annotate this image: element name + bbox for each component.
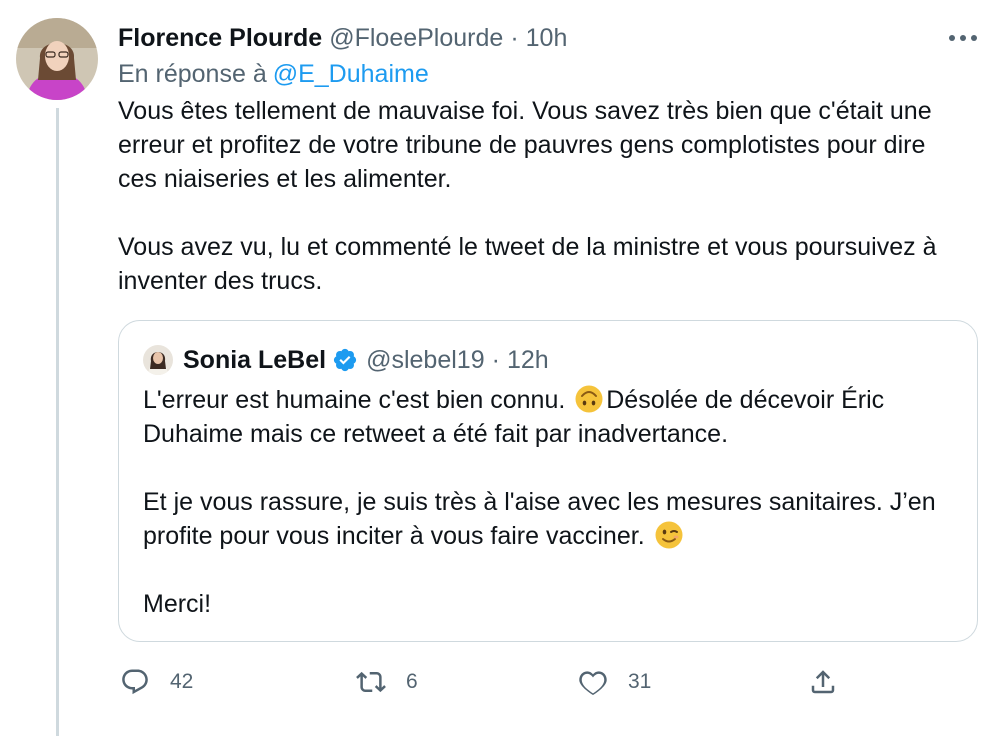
reply-count: 42 xyxy=(170,670,194,693)
thread-line xyxy=(56,108,59,736)
retweet-icon xyxy=(356,667,386,697)
share-button[interactable] xyxy=(808,660,838,704)
verified-badge-icon xyxy=(332,347,358,373)
quoted-author-avatar xyxy=(143,345,173,375)
author-handle[interactable]: @FloeePlourde xyxy=(329,24,503,53)
like-icon xyxy=(578,667,608,697)
quoted-text-line: Duhaime mais ce retweet a été fait par i… xyxy=(143,420,729,448)
tweet-text-line: Vous avez vu, lu et commenté le tweet de… xyxy=(118,233,937,261)
retweet-count: 6 xyxy=(406,670,418,693)
share-icon xyxy=(808,667,838,697)
quoted-text-segment: Désolée de décevoir Éric xyxy=(606,386,885,414)
retweet-button[interactable]: 6 xyxy=(356,660,418,704)
winking-face-emoji xyxy=(654,520,684,550)
tweet-actions: 42 6 31 xyxy=(118,660,858,704)
tweet-text: Vous êtes tellement de mauvaise foi. Vou… xyxy=(118,94,978,298)
reply-button[interactable]: 42 xyxy=(120,660,193,704)
tweet-header: Florence Plourde @FloeePlourde · 10h xyxy=(118,22,567,54)
quoted-text-line: Et je vous rassure, je suis très à l'ais… xyxy=(143,488,936,516)
quoted-text-segment: profite pour vous inciter à vous faire v… xyxy=(143,522,652,550)
quoted-text-line: L'erreur est humaine c'est bien connu. D… xyxy=(143,383,963,417)
quoted-tweet-text: L'erreur est humaine c'est bien connu. D… xyxy=(143,383,963,621)
tweet-text-line: erreur et profitez de votre tribune de p… xyxy=(118,131,926,159)
like-button[interactable]: 31 xyxy=(578,660,651,704)
quoted-tweet[interactable]: Sonia LeBel @slebel19 · 12h L'erreur est… xyxy=(118,320,978,642)
reply-prefix: En réponse à xyxy=(118,60,267,88)
quoted-tweet-time[interactable]: 12h xyxy=(507,346,549,375)
quoted-author-name[interactable]: Sonia LeBel xyxy=(183,346,326,375)
upside-down-face-emoji xyxy=(574,384,604,414)
quoted-author-handle[interactable]: @slebel19 xyxy=(366,346,485,375)
tweet-time[interactable]: 10h xyxy=(526,24,568,53)
like-count: 31 xyxy=(628,670,652,693)
reply-context: En réponse à @E_Duhaime xyxy=(118,60,429,89)
author-avatar[interactable] xyxy=(16,18,98,100)
separator-dot: · xyxy=(510,23,519,52)
ellipsis-icon[interactable] xyxy=(946,26,980,50)
tweet-text-line: inventer des trucs. xyxy=(118,267,323,295)
quoted-text-line: Merci! xyxy=(143,590,212,618)
quoted-tweet-header: Sonia LeBel @slebel19 · 12h xyxy=(143,343,549,377)
author-name[interactable]: Florence Plourde xyxy=(118,24,322,53)
reply-icon xyxy=(120,667,150,697)
reply-to-link[interactable]: @E_Duhaime xyxy=(273,60,429,88)
tweet-text-line: Vous êtes tellement de mauvaise foi. Vou… xyxy=(118,97,932,125)
tweet-text-line: ces niaiseries et les alimenter. xyxy=(118,165,452,193)
quoted-text-line: profite pour vous inciter à vous faire v… xyxy=(143,519,963,553)
separator-dot: · xyxy=(491,345,500,374)
quoted-text-segment: L'erreur est humaine c'est bien connu. xyxy=(143,386,573,414)
